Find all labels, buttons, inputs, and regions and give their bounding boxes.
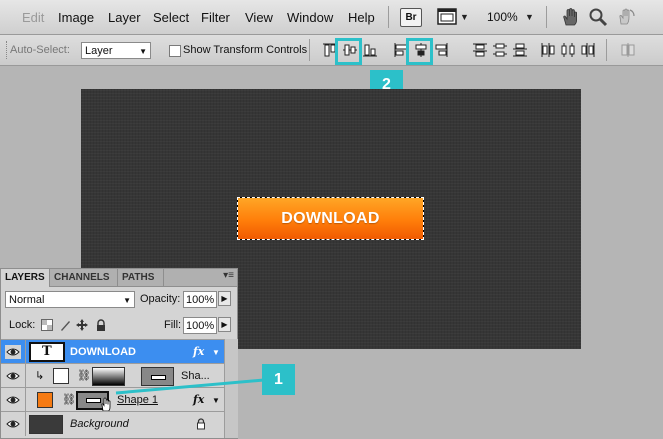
tab-channels[interactable]: CHANNELS [50, 269, 118, 286]
clipping-mask-arrow-icon: ↳ [35, 370, 45, 382]
menu-separator [388, 6, 389, 28]
menu-filter[interactable]: Filter [201, 10, 230, 25]
distribute-top-icon[interactable] [472, 42, 488, 58]
layer-color-thumbnail-icon[interactable] [53, 368, 69, 384]
menu-separator [546, 6, 547, 28]
lock-label: Lock: [9, 319, 36, 331]
layer-name-shape-clipped[interactable]: Sha... [181, 370, 210, 382]
highlight-align-vertical-centers [335, 38, 362, 65]
auto-select-dropdown[interactable]: Layer ▼ [81, 42, 151, 59]
layer-color-thumbnail-icon[interactable] [37, 392, 53, 408]
menu-window[interactable]: Window [287, 10, 333, 25]
distribute-left-icon[interactable] [540, 42, 556, 58]
opacity-slider-arrow-icon[interactable]: ▶ [218, 291, 231, 306]
align-bottom-edges-icon[interactable] [362, 42, 378, 58]
distribute-right-icon[interactable] [580, 42, 596, 58]
menu-edit[interactable]: Edit [22, 10, 44, 25]
layer-row-shape-1[interactable]: ⛓ Shape 1 fx ▼ [1, 387, 237, 412]
show-transform-checkbox[interactable] [169, 45, 181, 57]
layer-row-shape-clipped[interactable]: ↳ ⛓ Sha... [1, 363, 237, 388]
menu-bar: Edit Image Layer Select Filter View Wind… [0, 0, 663, 35]
rotate-view-icon[interactable] [616, 7, 636, 27]
effects-expand-icon[interactable]: ▼ [212, 348, 220, 357]
download-button[interactable]: DOWNLOAD [237, 197, 424, 240]
auto-align-icon[interactable] [620, 42, 636, 58]
opacity-value: 100% [186, 294, 215, 306]
fx-icon[interactable]: fx [193, 345, 204, 358]
lock-image-pixels-icon[interactable] [59, 319, 71, 331]
blend-mode-dropdown[interactable]: Normal ▼ [5, 291, 135, 308]
visibility-separator [25, 412, 26, 436]
hand-cursor-icon [100, 397, 112, 412]
zoom-dropdown-icon[interactable]: ▼ [525, 12, 534, 22]
menu-help[interactable]: Help [348, 10, 375, 25]
fill-slider-arrow-icon[interactable]: ▶ [218, 317, 231, 332]
lock-all-icon[interactable] [95, 319, 107, 331]
layers-scrollbar[interactable] [224, 339, 238, 438]
chevron-down-icon: ▼ [139, 47, 147, 56]
fill-label: Fill: [164, 319, 182, 331]
layer-name-shape-1[interactable]: Shape 1 [117, 394, 158, 406]
distribute-horizontal-centers-icon[interactable] [560, 42, 576, 58]
options-bar: Auto-Select: Layer ▼ Show Transform Cont… [0, 35, 663, 66]
callout-1: 1 [262, 364, 295, 395]
lock-icon [196, 418, 206, 430]
auto-select-label: Auto-Select: [10, 44, 70, 56]
menu-view[interactable]: View [245, 10, 273, 25]
chevron-down-icon: ▼ [123, 296, 131, 305]
visibility-separator [25, 388, 26, 412]
text-layer-thumbnail-icon: T [29, 342, 65, 362]
highlight-align-horizontal-centers [406, 38, 433, 65]
eye-icon[interactable] [5, 393, 21, 407]
visibility-separator [25, 340, 26, 364]
menu-image[interactable]: Image [58, 10, 94, 25]
screen-mode-icon[interactable] [437, 8, 457, 25]
vector-mask-thumbnail-icon[interactable] [141, 367, 174, 386]
eye-icon[interactable] [5, 345, 21, 359]
lock-position-icon[interactable] [76, 319, 88, 331]
lock-transparent-pixels-icon[interactable] [41, 319, 53, 331]
bridge-button[interactable]: Br [400, 8, 422, 27]
eye-icon[interactable] [5, 417, 21, 431]
effects-expand-icon[interactable]: ▼ [212, 396, 220, 405]
screen-mode-dropdown-icon[interactable]: ▼ [460, 12, 469, 22]
fill-input[interactable]: 100% [183, 317, 217, 334]
layer-row-download[interactable]: T DOWNLOAD fx ▼ [1, 339, 237, 364]
menu-select[interactable]: Select [153, 10, 189, 25]
background-thumbnail-icon[interactable] [29, 415, 63, 434]
panel-tabs: LAYERS CHANNELS PATHS ▾≡ [1, 269, 237, 287]
eye-icon[interactable] [5, 369, 21, 383]
tab-layers[interactable]: LAYERS [1, 269, 50, 287]
auto-select-value: Layer [85, 45, 113, 57]
chain-link-icon[interactable]: ⛓ [62, 393, 76, 406]
fx-icon[interactable]: fx [193, 393, 204, 406]
visibility-separator [25, 364, 26, 388]
layer-name-download[interactable]: DOWNLOAD [70, 346, 136, 358]
opacity-input[interactable]: 100% [183, 291, 217, 308]
distribute-vertical-centers-icon[interactable] [492, 42, 508, 58]
align-right-edges-icon[interactable] [433, 42, 449, 58]
layers-panel: LAYERS CHANNELS PATHS ▾≡ Normal ▼ Opacit… [0, 268, 238, 439]
opacity-label: Opacity: [140, 293, 181, 305]
layer-name-background[interactable]: Background [70, 418, 129, 430]
show-transform-label: Show Transform Controls [183, 44, 308, 56]
layer-row-background[interactable]: Background [1, 411, 237, 436]
zoom-level[interactable]: 100% [487, 10, 518, 24]
panel-menu-icon[interactable]: ▾≡ [223, 270, 234, 281]
menu-layer[interactable]: Layer [108, 10, 141, 25]
chain-link-icon[interactable]: ⛓ [77, 369, 91, 382]
fill-value: 100% [186, 320, 215, 332]
tab-paths[interactable]: PATHS [118, 269, 164, 286]
options-separator [309, 39, 310, 61]
blend-mode-value: Normal [9, 294, 45, 306]
zoom-icon[interactable] [588, 7, 608, 27]
gradient-mask-thumbnail-icon[interactable] [92, 367, 125, 386]
options-separator [606, 39, 607, 61]
hand-icon[interactable] [560, 7, 580, 27]
distribute-bottom-icon[interactable] [512, 42, 528, 58]
